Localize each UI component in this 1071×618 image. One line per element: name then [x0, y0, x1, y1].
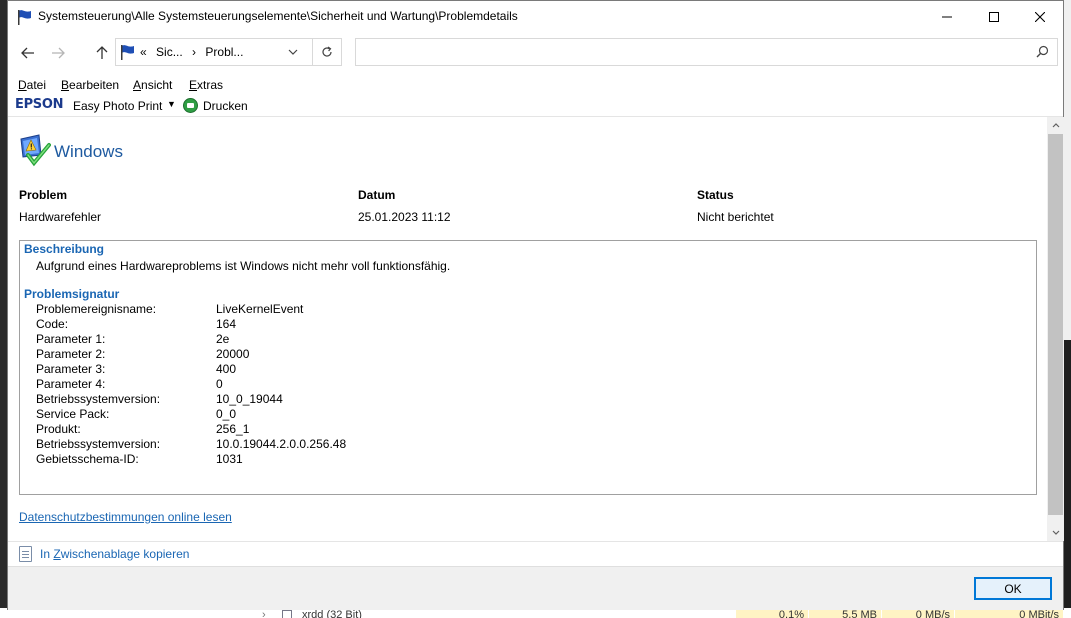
date-value: 25.01.2023 11:12	[358, 210, 451, 224]
maximize-button[interactable]	[971, 1, 1017, 32]
breadcrumb-overflow[interactable]: «	[140, 45, 147, 59]
back-button[interactable]	[16, 41, 40, 65]
up-button[interactable]	[90, 41, 114, 65]
title-bar[interactable]: Systemsteuerung\Alle Systemsteuerungsele…	[8, 1, 1063, 32]
signature-row: Produkt: 256_1	[36, 422, 250, 436]
arrow-up-icon	[96, 46, 108, 59]
search-input[interactable]	[360, 40, 1020, 64]
details-panel[interactable]: Beschreibung Aufgrund eines Hardwareprob…	[19, 240, 1037, 495]
search-icon[interactable]	[1036, 45, 1049, 58]
minimize-button[interactable]	[924, 1, 970, 32]
signature-heading: Problemsignatur	[24, 287, 120, 301]
signature-row: Parameter 2: 20000	[36, 347, 250, 361]
breadcrumb: « Sic... › Probl...	[140, 45, 249, 59]
flag-icon	[121, 45, 134, 60]
vertical-scrollbar[interactable]	[1047, 117, 1064, 541]
flag-icon	[18, 10, 31, 25]
epson-toolbar: EPSON Easy Photo Print ▼ Drucken	[8, 96, 1063, 116]
signature-row: Betriebssystemversion: 10_0_19044	[36, 392, 283, 406]
menu-bar: Datei Bearbeiten Ansicht Extras	[8, 75, 1063, 95]
status-value: Nicht berichtet	[697, 210, 774, 224]
copy-to-clipboard-link[interactable]: In Zwischenablage kopieren	[40, 547, 189, 561]
arrow-left-icon	[21, 47, 34, 59]
signature-row: Problemereignisname: LiveKernelEvent	[36, 302, 304, 316]
menu-item-datei[interactable]: Datei	[18, 78, 46, 92]
menu-item-ansicht[interactable]: Ansicht	[133, 78, 172, 92]
minimize-icon	[942, 16, 952, 17]
background-window-edge	[1064, 0, 1071, 340]
problem-column-label: Problem	[19, 188, 68, 202]
breadcrumb-item-problemdetails[interactable]: Probl...	[205, 45, 243, 59]
document-icon	[19, 546, 32, 562]
printer-icon[interactable]	[183, 98, 198, 113]
signature-row: Service Pack: 0_0	[36, 407, 237, 421]
windows-warning-icon	[20, 134, 51, 167]
signature-row: Parameter 1: 2e	[36, 332, 230, 346]
refresh-button[interactable]	[313, 38, 342, 66]
menu-item-extras[interactable]: Extras	[189, 78, 223, 92]
dialog-footer: OK	[8, 566, 1063, 610]
chevron-down-icon[interactable]	[288, 44, 298, 58]
description-text: Aufgrund eines Hardwareproblems ist Wind…	[36, 259, 451, 273]
dropdown-arrow-icon[interactable]: ▼	[167, 99, 176, 109]
scrollbar-thumb[interactable]	[1048, 134, 1063, 515]
signature-row: Parameter 3: 400	[36, 362, 237, 376]
window-title: Systemsteuerung\Alle Systemsteuerungsele…	[38, 9, 518, 23]
signature-row: Parameter 4: 0	[36, 377, 223, 391]
status-column-label: Status	[697, 188, 734, 202]
breadcrumb-separator-icon: ›	[192, 45, 197, 59]
description-heading: Beschreibung	[24, 242, 105, 256]
problem-details-content: Windows Problem Datum Status Hardwarefeh…	[8, 117, 1047, 541]
date-column-label: Datum	[358, 188, 396, 202]
signature-row: Betriebssystemversion: 10.0.19044.2.0.0.2…	[36, 437, 347, 451]
ok-button[interactable]: OK	[974, 577, 1052, 600]
divider	[8, 541, 1063, 542]
chevron-down-icon	[1052, 530, 1059, 535]
close-button[interactable]	[1017, 1, 1063, 32]
menu-item-bearbeiten[interactable]: Bearbeiten	[61, 78, 119, 92]
signature-row: Gebietsschema-ID: 1031	[36, 452, 243, 466]
scroll-up-button[interactable]	[1047, 117, 1064, 134]
address-bar[interactable]: « Sic... › Probl...	[115, 38, 313, 66]
problem-details-window: Systemsteuerung\Alle Systemsteuerungsele…	[7, 0, 1064, 610]
page-title: Windows	[54, 142, 123, 161]
background-process-icon	[282, 610, 292, 618]
easy-photo-print-button[interactable]: Easy Photo Print	[73, 99, 162, 113]
print-button[interactable]: Drucken	[203, 99, 248, 113]
search-box[interactable]	[355, 38, 1058, 66]
maximize-icon	[989, 11, 999, 22]
epson-logo: EPSON	[15, 97, 64, 112]
problem-value: Hardwarefehler	[19, 210, 102, 224]
arrow-right-icon	[52, 47, 65, 59]
scroll-down-button[interactable]	[1047, 524, 1064, 541]
navigation-bar: « Sic... › Probl...	[8, 32, 1063, 74]
forward-button[interactable]	[46, 41, 70, 65]
breadcrumb-item-sicherheit[interactable]: Sic...	[156, 45, 183, 59]
privacy-statement-link[interactable]: Datenschutzbestimmungen online lesen	[19, 510, 232, 524]
signature-row: Code: 164	[36, 317, 237, 331]
refresh-icon	[322, 46, 332, 57]
chevron-up-icon	[1052, 123, 1059, 128]
close-icon	[1035, 11, 1045, 22]
